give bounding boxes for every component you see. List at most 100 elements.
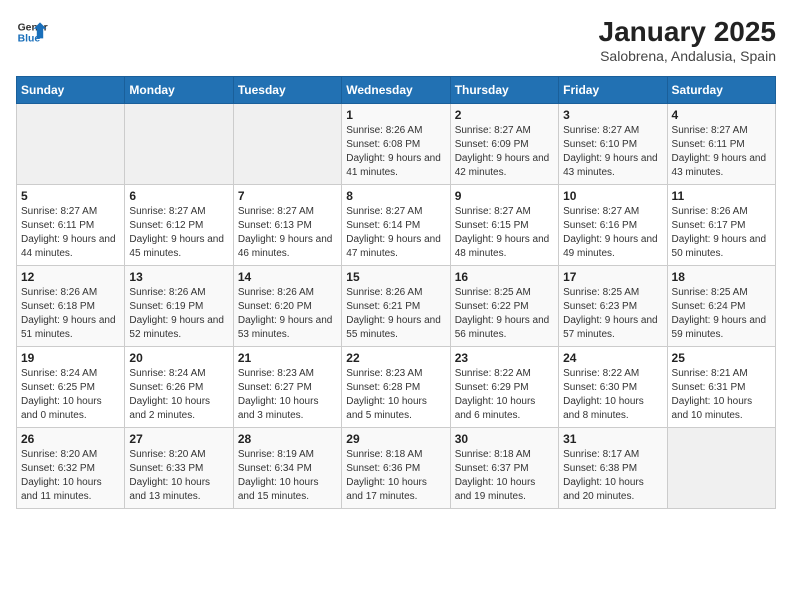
day-number: 21: [238, 351, 337, 365]
calendar-cell: 19 Sunrise: 8:24 AM Sunset: 6:25 PM Dayli…: [17, 347, 125, 428]
day-number: 26: [21, 432, 120, 446]
calendar-cell: 21 Sunrise: 8:23 AM Sunset: 6:27 PM Dayli…: [233, 347, 341, 428]
calendar-cell: 28 Sunrise: 8:19 AM Sunset: 6:34 PM Dayli…: [233, 428, 341, 509]
day-number: 8: [346, 189, 445, 203]
day-number: 9: [455, 189, 554, 203]
day-info: Sunrise: 8:20 AM Sunset: 6:33 PM Dayligh…: [129, 448, 228, 504]
day-info: Sunrise: 8:22 AM Sunset: 6:29 PM Dayligh…: [455, 367, 554, 423]
day-info: Sunrise: 8:25 AM Sunset: 6:24 PM Dayligh…: [672, 286, 771, 342]
calendar-cell: 29 Sunrise: 8:18 AM Sunset: 6:36 PM Dayli…: [342, 428, 450, 509]
day-number: 14: [238, 270, 337, 284]
calendar-cell: 30 Sunrise: 8:18 AM Sunset: 6:37 PM Dayli…: [450, 428, 558, 509]
header-tuesday: Tuesday: [233, 77, 341, 104]
logo-icon: General Blue: [16, 16, 48, 48]
calendar-header-row: SundayMondayTuesdayWednesdayThursdayFrid…: [17, 77, 776, 104]
day-info: Sunrise: 8:27 AM Sunset: 6:11 PM Dayligh…: [21, 205, 120, 261]
day-info: Sunrise: 8:22 AM Sunset: 6:30 PM Dayligh…: [563, 367, 662, 423]
day-number: 1: [346, 108, 445, 122]
day-number: 18: [672, 270, 771, 284]
day-number: 19: [21, 351, 120, 365]
calendar-cell: 17 Sunrise: 8:25 AM Sunset: 6:23 PM Dayli…: [559, 266, 667, 347]
calendar-cell: 23 Sunrise: 8:22 AM Sunset: 6:29 PM Dayli…: [450, 347, 558, 428]
calendar-cell: 31Sunrise: 8:17 AM Sunset: 6:38 PM Dayli…: [559, 428, 667, 509]
day-info: Sunrise: 8:25 AM Sunset: 6:23 PM Dayligh…: [563, 286, 662, 342]
day-info: Sunrise: 8:26 AM Sunset: 6:18 PM Dayligh…: [21, 286, 120, 342]
header-wednesday: Wednesday: [342, 77, 450, 104]
calendar-cell: [125, 104, 233, 185]
day-number: 23: [455, 351, 554, 365]
calendar-cell: 10Sunrise: 8:27 AM Sunset: 6:16 PM Dayli…: [559, 185, 667, 266]
calendar-cell: 2 Sunrise: 8:27 AM Sunset: 6:09 PM Daylig…: [450, 104, 558, 185]
day-info: Sunrise: 8:26 AM Sunset: 6:19 PM Dayligh…: [129, 286, 228, 342]
calendar-table: SundayMondayTuesdayWednesdayThursdayFrid…: [16, 76, 776, 509]
day-info: Sunrise: 8:26 AM Sunset: 6:17 PM Dayligh…: [672, 205, 771, 261]
calendar-cell: 6 Sunrise: 8:27 AM Sunset: 6:12 PM Daylig…: [125, 185, 233, 266]
day-info: Sunrise: 8:19 AM Sunset: 6:34 PM Dayligh…: [238, 448, 337, 504]
day-number: 2: [455, 108, 554, 122]
calendar-cell: [17, 104, 125, 185]
calendar-cell: 1 Sunrise: 8:26 AM Sunset: 6:08 PM Daylig…: [342, 104, 450, 185]
day-info: Sunrise: 8:26 AM Sunset: 6:21 PM Dayligh…: [346, 286, 445, 342]
day-number: 5: [21, 189, 120, 203]
calendar-cell: 14 Sunrise: 8:26 AM Sunset: 6:20 PM Dayli…: [233, 266, 341, 347]
page-title: January 2025: [599, 16, 776, 48]
page-header: General Blue January 2025 Salobrena, And…: [16, 16, 776, 64]
calendar-cell: 27Sunrise: 8:20 AM Sunset: 6:33 PM Dayli…: [125, 428, 233, 509]
header-friday: Friday: [559, 77, 667, 104]
calendar-cell: 25Sunrise: 8:21 AM Sunset: 6:31 PM Dayli…: [667, 347, 775, 428]
calendar-week-1: 1 Sunrise: 8:26 AM Sunset: 6:08 PM Daylig…: [17, 104, 776, 185]
day-number: 4: [672, 108, 771, 122]
day-info: Sunrise: 8:27 AM Sunset: 6:12 PM Dayligh…: [129, 205, 228, 261]
day-number: 22: [346, 351, 445, 365]
calendar-cell: 16Sunrise: 8:25 AM Sunset: 6:22 PM Dayli…: [450, 266, 558, 347]
day-info: Sunrise: 8:27 AM Sunset: 6:09 PM Dayligh…: [455, 124, 554, 180]
header-thursday: Thursday: [450, 77, 558, 104]
day-info: Sunrise: 8:24 AM Sunset: 6:26 PM Dayligh…: [129, 367, 228, 423]
calendar-cell: 7Sunrise: 8:27 AM Sunset: 6:13 PM Daylig…: [233, 185, 341, 266]
day-info: Sunrise: 8:26 AM Sunset: 6:08 PM Dayligh…: [346, 124, 445, 180]
page-subtitle: Salobrena, Andalusia, Spain: [599, 48, 776, 64]
calendar-week-4: 19 Sunrise: 8:24 AM Sunset: 6:25 PM Dayli…: [17, 347, 776, 428]
calendar-week-5: 26Sunrise: 8:20 AM Sunset: 6:32 PM Dayli…: [17, 428, 776, 509]
calendar-cell: 4 Sunrise: 8:27 AM Sunset: 6:11 PM Daylig…: [667, 104, 775, 185]
day-number: 6: [129, 189, 228, 203]
day-number: 29: [346, 432, 445, 446]
calendar-cell: 18 Sunrise: 8:25 AM Sunset: 6:24 PM Dayli…: [667, 266, 775, 347]
day-info: Sunrise: 8:27 AM Sunset: 6:11 PM Dayligh…: [672, 124, 771, 180]
day-info: Sunrise: 8:26 AM Sunset: 6:20 PM Dayligh…: [238, 286, 337, 342]
day-info: Sunrise: 8:23 AM Sunset: 6:27 PM Dayligh…: [238, 367, 337, 423]
day-info: Sunrise: 8:27 AM Sunset: 6:16 PM Dayligh…: [563, 205, 662, 261]
day-number: 15: [346, 270, 445, 284]
header-monday: Monday: [125, 77, 233, 104]
day-number: 12: [21, 270, 120, 284]
calendar-cell: 20 Sunrise: 8:24 AM Sunset: 6:26 PM Dayli…: [125, 347, 233, 428]
day-number: 16: [455, 270, 554, 284]
calendar-cell: [667, 428, 775, 509]
day-info: Sunrise: 8:27 AM Sunset: 6:15 PM Dayligh…: [455, 205, 554, 261]
day-info: Sunrise: 8:27 AM Sunset: 6:14 PM Dayligh…: [346, 205, 445, 261]
calendar-cell: [233, 104, 341, 185]
calendar-cell: 9 Sunrise: 8:27 AM Sunset: 6:15 PM Daylig…: [450, 185, 558, 266]
day-info: Sunrise: 8:24 AM Sunset: 6:25 PM Dayligh…: [21, 367, 120, 423]
day-info: Sunrise: 8:21 AM Sunset: 6:31 PM Dayligh…: [672, 367, 771, 423]
day-number: 30: [455, 432, 554, 446]
calendar-cell: 11Sunrise: 8:26 AM Sunset: 6:17 PM Dayli…: [667, 185, 775, 266]
calendar-cell: 8 Sunrise: 8:27 AM Sunset: 6:14 PM Daylig…: [342, 185, 450, 266]
day-number: 3: [563, 108, 662, 122]
calendar-cell: 12 Sunrise: 8:26 AM Sunset: 6:18 PM Dayli…: [17, 266, 125, 347]
day-number: 17: [563, 270, 662, 284]
calendar-cell: 22Sunrise: 8:23 AM Sunset: 6:28 PM Dayli…: [342, 347, 450, 428]
calendar-cell: 15 Sunrise: 8:26 AM Sunset: 6:21 PM Dayli…: [342, 266, 450, 347]
calendar-cell: 26Sunrise: 8:20 AM Sunset: 6:32 PM Dayli…: [17, 428, 125, 509]
title-block: January 2025 Salobrena, Andalusia, Spain: [599, 16, 776, 64]
day-number: 20: [129, 351, 228, 365]
day-info: Sunrise: 8:27 AM Sunset: 6:13 PM Dayligh…: [238, 205, 337, 261]
day-info: Sunrise: 8:17 AM Sunset: 6:38 PM Dayligh…: [563, 448, 662, 504]
calendar-cell: 13Sunrise: 8:26 AM Sunset: 6:19 PM Dayli…: [125, 266, 233, 347]
calendar-cell: 3Sunrise: 8:27 AM Sunset: 6:10 PM Daylig…: [559, 104, 667, 185]
day-info: Sunrise: 8:18 AM Sunset: 6:36 PM Dayligh…: [346, 448, 445, 504]
logo: General Blue: [16, 16, 48, 48]
header-sunday: Sunday: [17, 77, 125, 104]
day-info: Sunrise: 8:18 AM Sunset: 6:37 PM Dayligh…: [455, 448, 554, 504]
day-number: 28: [238, 432, 337, 446]
